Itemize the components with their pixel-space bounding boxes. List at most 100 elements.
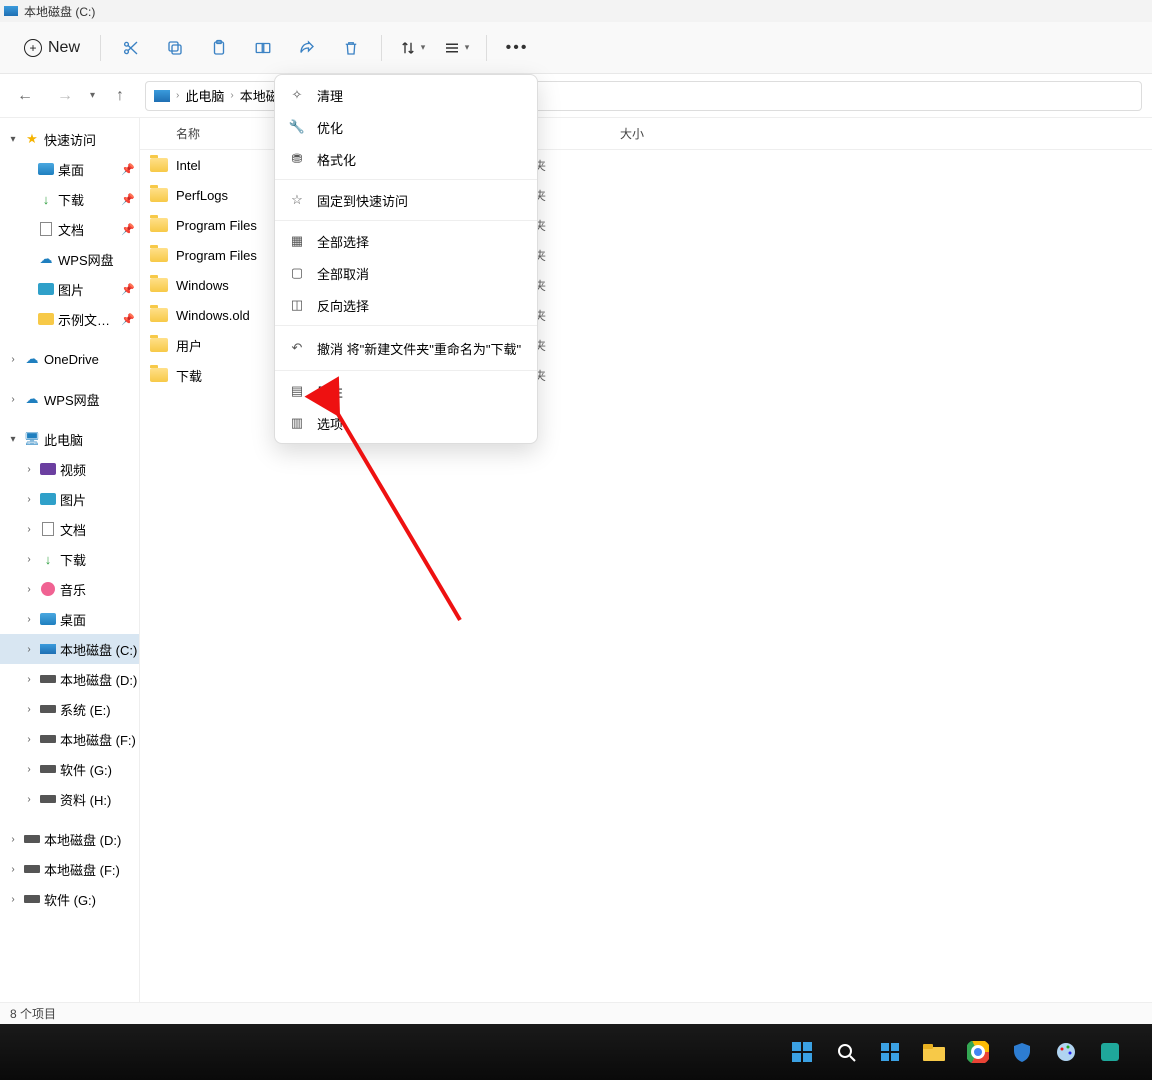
cut-button[interactable] [111,28,151,68]
more-button[interactable]: ••• [497,28,537,68]
options-icon: ▥ [289,415,305,431]
rename-icon [254,39,272,57]
plus-icon: + [24,39,42,57]
menu-format[interactable]: ⛃格式化 [275,143,537,175]
invert-icon: ◫ [289,297,305,313]
share-button[interactable] [287,28,327,68]
sidebar-pc-item[interactable]: ›图片 [0,484,139,514]
sidebar-pc-item[interactable]: ›软件 (G:) [0,754,139,784]
file-name: PerfLogs [176,188,228,203]
rename-button[interactable] [243,28,283,68]
sidebar-onedrive[interactable]: ›☁OneDrive [0,344,139,374]
drive-icon [154,90,170,102]
sidebar-quick-item[interactable]: 桌面📌 [0,154,139,184]
sidebar-pc-item[interactable]: ›本地磁盘 (D:) [0,664,139,694]
pin-icon: 📌 [121,283,135,296]
folder-icon [150,188,168,202]
menu-pin-quickaccess[interactable]: ☆固定到快速访问 [275,184,537,216]
file-name: Program Files [176,248,257,263]
search-icon [835,1041,857,1063]
menu-options[interactable]: ▥选项 [275,407,537,439]
back-button[interactable]: ← [10,81,40,111]
task-explorer[interactable] [918,1036,950,1068]
folder-icon [150,308,168,322]
clipboard-icon [210,39,228,57]
context-menu: ✧清理 🔧优化 ⛃格式化 ☆固定到快速访问 ▦全部选择 ▢全部取消 ◫反向选择 … [274,74,538,444]
menu-properties[interactable]: ▤属性 [275,375,537,407]
chevron-right-icon: › [230,90,233,101]
sidebar-drive-item[interactable]: ›本地磁盘 (D:) [0,824,139,854]
sidebar-quick-item[interactable]: 示例文件夹📌 [0,304,139,334]
task-paint[interactable] [1050,1036,1082,1068]
sidebar-wps[interactable]: ›☁WPS网盘 [0,384,139,414]
file-name: Program Files [176,218,257,233]
main-area: ▾★快速访问桌面📌↓下载📌文档📌☁WPS网盘图片📌示例文件夹📌 ›☁OneDriv… [0,118,1152,1002]
widgets-icon [879,1041,901,1063]
sidebar-quick-access[interactable]: ▾★快速访问 [0,124,139,154]
pin-icon: 📌 [121,163,135,176]
sidebar-pc-item[interactable]: ›视频 [0,454,139,484]
sidebar-quick-item[interactable]: 文档📌 [0,214,139,244]
menu-invert-selection[interactable]: ◫反向选择 [275,289,537,321]
task-widgets[interactable] [874,1036,906,1068]
pin-icon: 📌 [121,313,135,326]
breadcrumb-root[interactable]: 此电脑 [185,86,224,105]
sidebar-pc-item[interactable]: ›系统 (E:) [0,694,139,724]
sidebar-pc-item[interactable]: ›音乐 [0,574,139,604]
copy-button[interactable] [155,28,195,68]
status-bar: 8 个项目 [0,1002,1152,1024]
sidebar-pc-item[interactable]: ›桌面 [0,604,139,634]
file-name: Windows.old [176,308,250,323]
folder-icon [150,158,168,172]
scissors-icon [122,39,140,57]
chevron-down-icon: ▾ [465,42,470,53]
paste-button[interactable] [199,28,239,68]
sidebar-pc-item[interactable]: ›↓下载 [0,544,139,574]
sidebar-pc-item[interactable]: ›文档 [0,514,139,544]
sidebar-pc-item[interactable]: ›本地磁盘 (F:) [0,724,139,754]
sidebar-pc-item[interactable]: ›本地磁盘 (C:) [0,634,139,664]
delete-button[interactable] [331,28,371,68]
menu-separator [275,179,537,180]
shield-icon [1011,1041,1033,1063]
new-button[interactable]: + New [14,28,90,68]
app-icon [1099,1041,1121,1063]
task-search[interactable] [830,1036,862,1068]
wrench-icon: 🔧 [289,119,305,135]
new-label: New [48,39,80,57]
history-dropdown[interactable]: ▾ [90,90,95,101]
sidebar-drive-item[interactable]: ›软件 (G:) [0,884,139,914]
sidebar-quick-item[interactable]: 图片📌 [0,274,139,304]
chevron-down-icon: ▾ [421,42,426,53]
task-start[interactable] [786,1036,818,1068]
windows-icon [791,1041,813,1063]
select-none-icon: ▢ [289,265,305,281]
sidebar-quick-item[interactable]: ↓下载📌 [0,184,139,214]
sort-button[interactable]: ▾ [392,28,432,68]
separator [381,35,382,61]
task-chrome[interactable] [962,1036,994,1068]
forward-button[interactable]: → [50,81,80,111]
menu-optimize[interactable]: 🔧优化 [275,111,537,143]
menu-separator [275,370,537,371]
sidebar-quick-item[interactable]: ☁WPS网盘 [0,244,139,274]
nav-bar: ← → ▾ ↑ › 此电脑 › 本地磁 [0,74,1152,118]
view-button[interactable]: ▾ [436,28,476,68]
properties-icon: ▤ [289,383,305,399]
sidebar-this-pc[interactable]: ▾🖥此电脑 [0,424,139,454]
sidebar-pc-item[interactable]: ›资料 (H:) [0,784,139,814]
sidebar-drive-item[interactable]: ›本地磁盘 (F:) [0,854,139,884]
menu-select-all[interactable]: ▦全部选择 [275,225,537,257]
task-app[interactable] [1094,1036,1126,1068]
task-security[interactable] [1006,1036,1038,1068]
toolbar: + New ▾ ▾ ••• [0,22,1152,74]
breadcrumb-current[interactable]: 本地磁 [240,86,279,105]
separator [486,35,487,61]
column-size[interactable]: 大小 [620,125,700,142]
trash-icon [342,39,360,57]
menu-cleanup[interactable]: ✧清理 [275,79,537,111]
menu-select-none[interactable]: ▢全部取消 [275,257,537,289]
list-icon [443,39,461,57]
menu-undo[interactable]: ↶撤消 将"新建文件夹"重命名为"下载" [275,330,537,366]
up-button[interactable]: ↑ [105,81,135,111]
